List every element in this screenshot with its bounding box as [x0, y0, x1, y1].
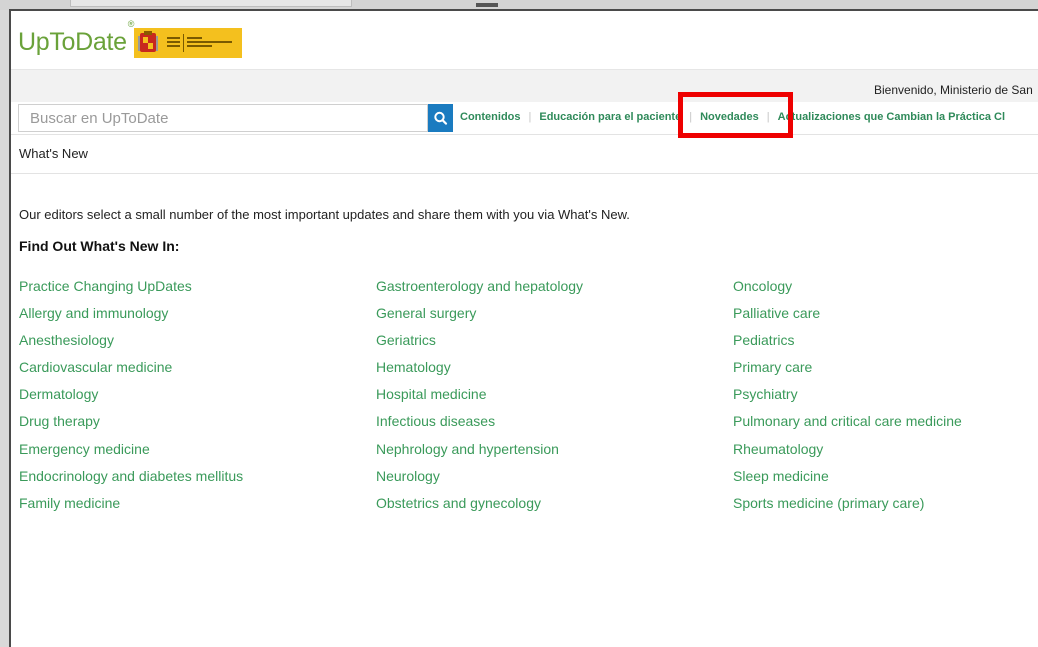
specialty-link[interactable]: Emergency medicine	[19, 441, 243, 468]
specialty-link[interactable]: Nephrology and hypertension	[376, 441, 583, 468]
specialty-link[interactable]: Primary care	[733, 359, 962, 386]
spain-government-logo	[134, 28, 242, 58]
nav-bar: Contenidos|Educación para el paciente|No…	[11, 102, 1038, 135]
specialty-link[interactable]: Pulmonary and critical care medicine	[733, 413, 962, 440]
specialty-link[interactable]: Hematology	[376, 359, 583, 386]
specialty-link[interactable]: Sleep medicine	[733, 468, 962, 495]
specialty-link[interactable]: Drug therapy	[19, 413, 243, 440]
uptodate-logo[interactable]: UpToDate®	[18, 19, 134, 57]
specialty-link[interactable]: General surgery	[376, 305, 583, 332]
specialty-link[interactable]: Practice Changing UpDates	[19, 278, 243, 305]
specialty-link[interactable]: Dermatology	[19, 386, 243, 413]
coat-of-arms-icon	[138, 31, 158, 52]
specialty-link[interactable]: Cardiovascular medicine	[19, 359, 243, 386]
search-button[interactable]	[428, 104, 453, 132]
specialty-link[interactable]: Pediatrics	[733, 332, 962, 359]
breadcrumb-label: What's New	[19, 146, 88, 161]
specialty-column-3: Oncology Palliative care Pediatrics Prim…	[733, 278, 962, 522]
nav-contenidos[interactable]: Contenidos	[460, 111, 521, 123]
specialty-link[interactable]: Palliative care	[733, 305, 962, 332]
nav-educacion-paciente[interactable]: Educación para el paciente	[539, 111, 681, 123]
specialty-link[interactable]: Infectious diseases	[376, 413, 583, 440]
specialty-link[interactable]: Anesthesiology	[19, 332, 243, 359]
browser-control[interactable]	[476, 3, 498, 7]
specialty-link[interactable]: Rheumatology	[733, 441, 962, 468]
specialty-link[interactable]: Gastroenterology and hepatology	[376, 278, 583, 305]
intro-text: Our editors select a small number of the…	[19, 207, 630, 222]
highlight-box	[678, 92, 793, 138]
logo-text: UpToDate	[18, 28, 127, 56]
specialty-link[interactable]: Geriatrics	[376, 332, 583, 359]
welcome-bar: Bienvenido, Ministerio de San	[11, 70, 1038, 102]
specialty-link[interactable]: Psychiatry	[733, 386, 962, 413]
specialty-link[interactable]: Endocrinology and diabetes mellitus	[19, 468, 243, 495]
specialty-link[interactable]: Obstetrics and gynecology	[376, 495, 583, 522]
welcome-text: Bienvenido, Ministerio de San	[874, 83, 1033, 97]
nav-actualizaciones-practica[interactable]: Actualizaciones que Cambian la Práctica …	[778, 111, 1005, 123]
specialty-link[interactable]: Oncology	[733, 278, 962, 305]
search-icon	[434, 111, 448, 125]
specialty-link[interactable]: Neurology	[376, 468, 583, 495]
specialty-column-2: Gastroenterology and hepatology General …	[376, 278, 583, 522]
brand-bar: UpToDate®	[11, 11, 1038, 70]
section-heading: Find Out What's New In:	[19, 238, 180, 254]
browser-address-bar[interactable]	[70, 0, 352, 7]
breadcrumb: What's New	[11, 135, 1038, 174]
search-input[interactable]	[18, 104, 428, 132]
specialty-column-1: Practice Changing UpDates Allergy and im…	[19, 278, 243, 522]
specialty-link[interactable]: Sports medicine (primary care)	[733, 495, 962, 522]
specialty-link[interactable]: Allergy and immunology	[19, 305, 243, 332]
nav-divider: |	[528, 111, 532, 123]
app-window: UpToDate® Bienvenido, Ministerio de San	[9, 9, 1038, 647]
specialty-link[interactable]: Family medicine	[19, 495, 243, 522]
specialty-link[interactable]: Hospital medicine	[376, 386, 583, 413]
